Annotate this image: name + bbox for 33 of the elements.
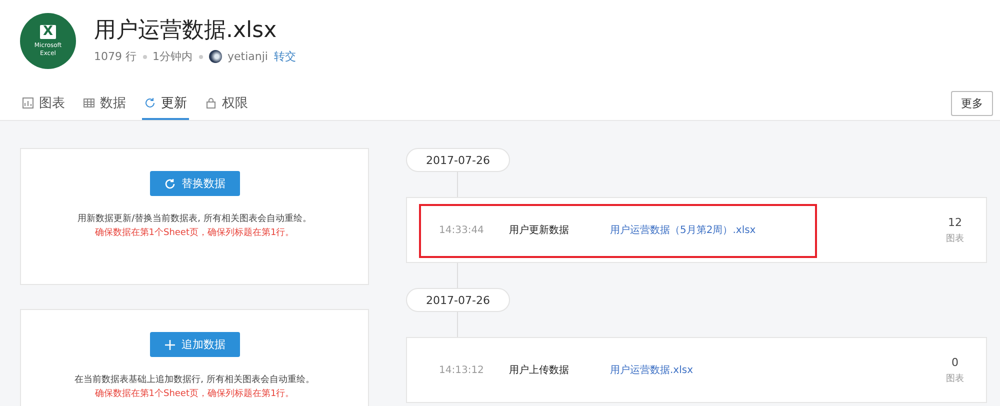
chart-icon	[22, 97, 34, 109]
tab[interactable]: 数据	[81, 94, 128, 120]
file-title: 用户运营数据.xlsx	[94, 17, 278, 45]
action-description: 用新数据更新/替换当前数据表, 所有相关图表会自动重绘。	[78, 212, 312, 226]
table-icon	[83, 97, 95, 109]
update-time: 1分钟内	[152, 49, 192, 64]
row-count: 1079 行	[94, 49, 136, 64]
plus-icon	[164, 338, 176, 350]
chart-count: 12	[948, 216, 962, 228]
history-action: 用户上传数据	[509, 364, 570, 377]
owner-name: yetianji	[228, 50, 268, 63]
tab[interactable]: 图表	[20, 94, 67, 120]
file-link[interactable]: 用户运营数据（5月第2周）.xlsx	[610, 223, 756, 237]
avatar	[208, 50, 222, 63]
action-description: 在当前数据表基础上追加数据行, 所有相关图表会自动重绘。	[74, 374, 314, 387]
tab[interactable]: 更新	[142, 94, 189, 120]
history-time: 14:33:44	[439, 224, 485, 236]
tab[interactable]: 权限	[203, 94, 250, 120]
action-warning: 确保数据在第1个Sheet页，确保列标题在第1行。	[94, 226, 294, 240]
transfer-link[interactable]: 转交	[274, 49, 296, 64]
history-time: 14:13:12	[439, 364, 485, 376]
date-label: 2017-07-26	[406, 148, 510, 172]
refresh-icon	[144, 97, 156, 109]
chart-count: 0	[952, 356, 958, 368]
action-warning: 确保数据在第1个Sheet页，确保列标题在第1行。	[94, 388, 294, 401]
more-button[interactable]: 更多	[951, 91, 993, 116]
chart-count-label: 图表	[946, 232, 964, 244]
history-action: 用户更新数据	[509, 224, 570, 237]
date-label: 2017-07-26	[406, 288, 510, 312]
lock-icon	[205, 97, 217, 109]
chart-count-label: 图表	[946, 372, 964, 384]
file-link[interactable]: 用户运营数据.xlsx	[610, 363, 694, 377]
refresh-icon	[164, 178, 176, 190]
